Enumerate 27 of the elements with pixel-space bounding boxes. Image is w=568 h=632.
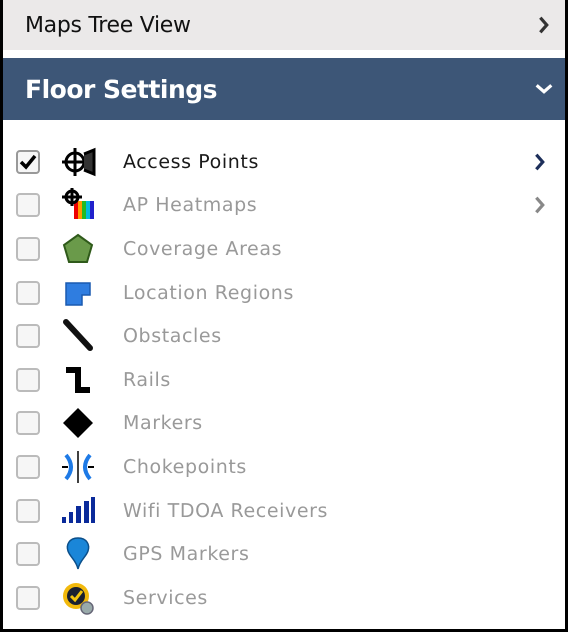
checkbox[interactable] [16,411,40,436]
panel-header[interactable]: Maps Tree View [3,0,565,50]
layer-label[interactable]: Obstacles [123,325,222,348]
header-title: Floor Settings [25,74,218,104]
layer-label[interactable]: Chokepoints [123,456,247,478]
checkbox[interactable] [16,236,40,261]
section-header[interactable]: Floor Settings [3,58,565,120]
checkbox[interactable] [16,454,40,479]
layer-label[interactable]: Location Regions [123,282,294,304]
layer-label[interactable]: Rails [123,368,171,391]
layer-label[interactable]: Services [123,586,208,609]
checkbox[interactable] [16,498,40,523]
checkbox[interactable] [16,150,40,174]
layer-label[interactable]: Coverage Areas [123,238,282,260]
header-title: Maps Tree View [25,12,191,38]
checkbox[interactable] [16,368,40,392]
layer-label[interactable]: Markers [123,412,203,434]
layer-label[interactable]: AP Heatmaps [123,194,258,216]
checkbox[interactable] [16,586,40,610]
chokepoint-icon [60,448,96,485]
checkbox[interactable] [16,542,40,566]
checkbox[interactable] [16,280,40,305]
checkbox[interactable] [16,193,40,218]
layer-label[interactable]: GPS Markers [123,543,250,566]
layer-label[interactable]: Wifi TDOA Receivers [123,500,328,522]
checkbox[interactable] [16,324,40,348]
layer-label[interactable]: Access Points [123,150,259,173]
